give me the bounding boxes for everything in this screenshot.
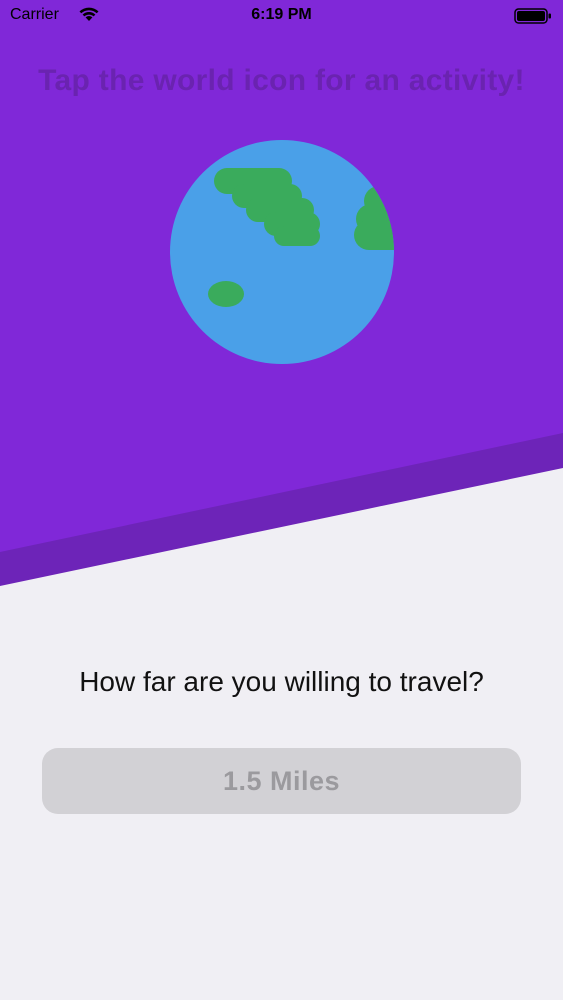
status-bar: Carrier 6:19 PM <box>0 0 563 34</box>
travel-distance-question: How far are you willing to travel? <box>79 666 484 697</box>
status-time: 6:19 PM <box>251 6 312 23</box>
distance-button[interactable]: 1.5 Miles <box>42 748 521 814</box>
battery-icon <box>514 8 551 24</box>
headline: Tap the world icon for an activity! <box>38 64 525 97</box>
app-screen: Carrier 6:19 PM Tap the world icon for a… <box>0 0 563 1000</box>
globe-icon[interactable] <box>168 140 396 368</box>
